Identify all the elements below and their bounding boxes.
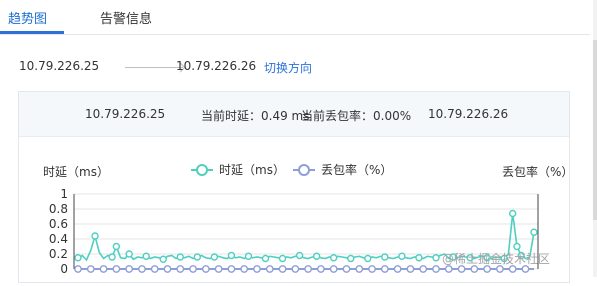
y-tick-label: 1 xyxy=(60,187,68,201)
data-point xyxy=(278,265,287,273)
data-point xyxy=(150,265,159,273)
data-point xyxy=(265,265,274,273)
data-point xyxy=(244,252,253,260)
data-point xyxy=(74,265,82,273)
legend-label-0: 时延（ms） xyxy=(219,163,285,177)
legend-marker-0 xyxy=(196,164,208,176)
switch-direction-link[interactable]: 切换方向 xyxy=(264,59,312,76)
data-point xyxy=(432,254,440,262)
y-tick-label: 0.8 xyxy=(49,202,68,216)
data-point xyxy=(214,265,223,273)
data-point xyxy=(240,265,249,273)
watermark: @稀土掘金技术社区 xyxy=(442,252,551,266)
data-point xyxy=(112,242,121,251)
data-point xyxy=(138,265,146,273)
data-point xyxy=(317,265,325,273)
data-point xyxy=(227,265,236,273)
data-point xyxy=(99,265,108,273)
data-point xyxy=(163,265,172,273)
data-point xyxy=(513,242,521,251)
data-point xyxy=(419,265,428,273)
dest-ip: 10.79.226.26 xyxy=(176,59,257,73)
data-point xyxy=(368,265,376,273)
legend-marker-1 xyxy=(298,164,310,176)
data-point xyxy=(432,265,440,273)
current-latency: 当前时延：0.49 ms xyxy=(201,109,310,123)
data-point xyxy=(142,252,150,260)
y-axis-label-left: 时延（ms） xyxy=(43,165,109,179)
direction-row: 10.79.226.25 10.79.226.26 切换方向 xyxy=(19,59,399,77)
data-point xyxy=(342,265,351,273)
data-point xyxy=(112,265,121,273)
data-point xyxy=(125,250,133,258)
data-point xyxy=(193,253,202,261)
source-ip: 10.79.226.25 xyxy=(19,59,100,73)
data-point xyxy=(261,254,270,263)
y-tick-label: 0.6 xyxy=(49,217,68,231)
data-point xyxy=(304,265,313,273)
data-point xyxy=(176,265,185,273)
arrow-right-icon xyxy=(125,67,183,68)
scrollbar-thumb[interactable] xyxy=(593,40,597,220)
tab-alarm-info[interactable]: 告警信息 xyxy=(100,8,152,27)
legend-label-1: 丢包率（%） xyxy=(321,162,392,177)
data-point xyxy=(355,265,364,273)
data-point xyxy=(295,251,304,260)
data-point xyxy=(530,228,538,236)
tab-trend[interactable]: 趋势图 xyxy=(8,8,47,27)
data-point xyxy=(347,254,355,263)
data-point xyxy=(415,254,423,262)
y-tick-label: 0 xyxy=(60,262,68,276)
data-point xyxy=(125,265,134,273)
data-point xyxy=(329,265,338,273)
y-tick-label: 0.2 xyxy=(49,247,68,261)
data-point xyxy=(330,254,338,262)
data-point xyxy=(227,251,236,260)
data-point xyxy=(210,253,219,261)
y-axis-label-right: 丢包率（%） xyxy=(502,164,569,179)
data-point xyxy=(393,265,402,273)
data-point xyxy=(74,254,82,262)
data-point xyxy=(312,252,321,260)
data-point xyxy=(406,265,415,273)
tab-bar: 趋势图 告警信息 xyxy=(0,0,590,35)
data-point xyxy=(381,253,389,261)
current-loss-rate: 当前丢包率：0.00% xyxy=(301,109,412,123)
data-point xyxy=(176,253,184,261)
data-point xyxy=(364,254,372,263)
active-tab-indicator xyxy=(0,31,64,34)
y-tick-label: 0.4 xyxy=(49,232,68,246)
status-dest-ip: 10.79.226.26 xyxy=(428,107,509,121)
status-source-ip: 10.79.226.25 xyxy=(85,107,166,121)
scrollbar-track[interactable] xyxy=(593,0,597,277)
data-point xyxy=(86,265,95,273)
data-point xyxy=(253,265,261,273)
data-point xyxy=(380,265,389,273)
status-bar: 10.79.226.25 当前时延：0.49 ms 当前丢包率：0.00% 10… xyxy=(19,92,569,137)
data-point xyxy=(201,265,210,273)
data-point xyxy=(398,252,406,260)
data-point xyxy=(91,232,99,240)
data-point xyxy=(189,265,197,273)
data-point xyxy=(108,253,116,261)
data-point xyxy=(291,265,300,273)
data-point xyxy=(278,254,287,263)
data-point xyxy=(508,209,517,218)
data-point xyxy=(159,255,167,263)
